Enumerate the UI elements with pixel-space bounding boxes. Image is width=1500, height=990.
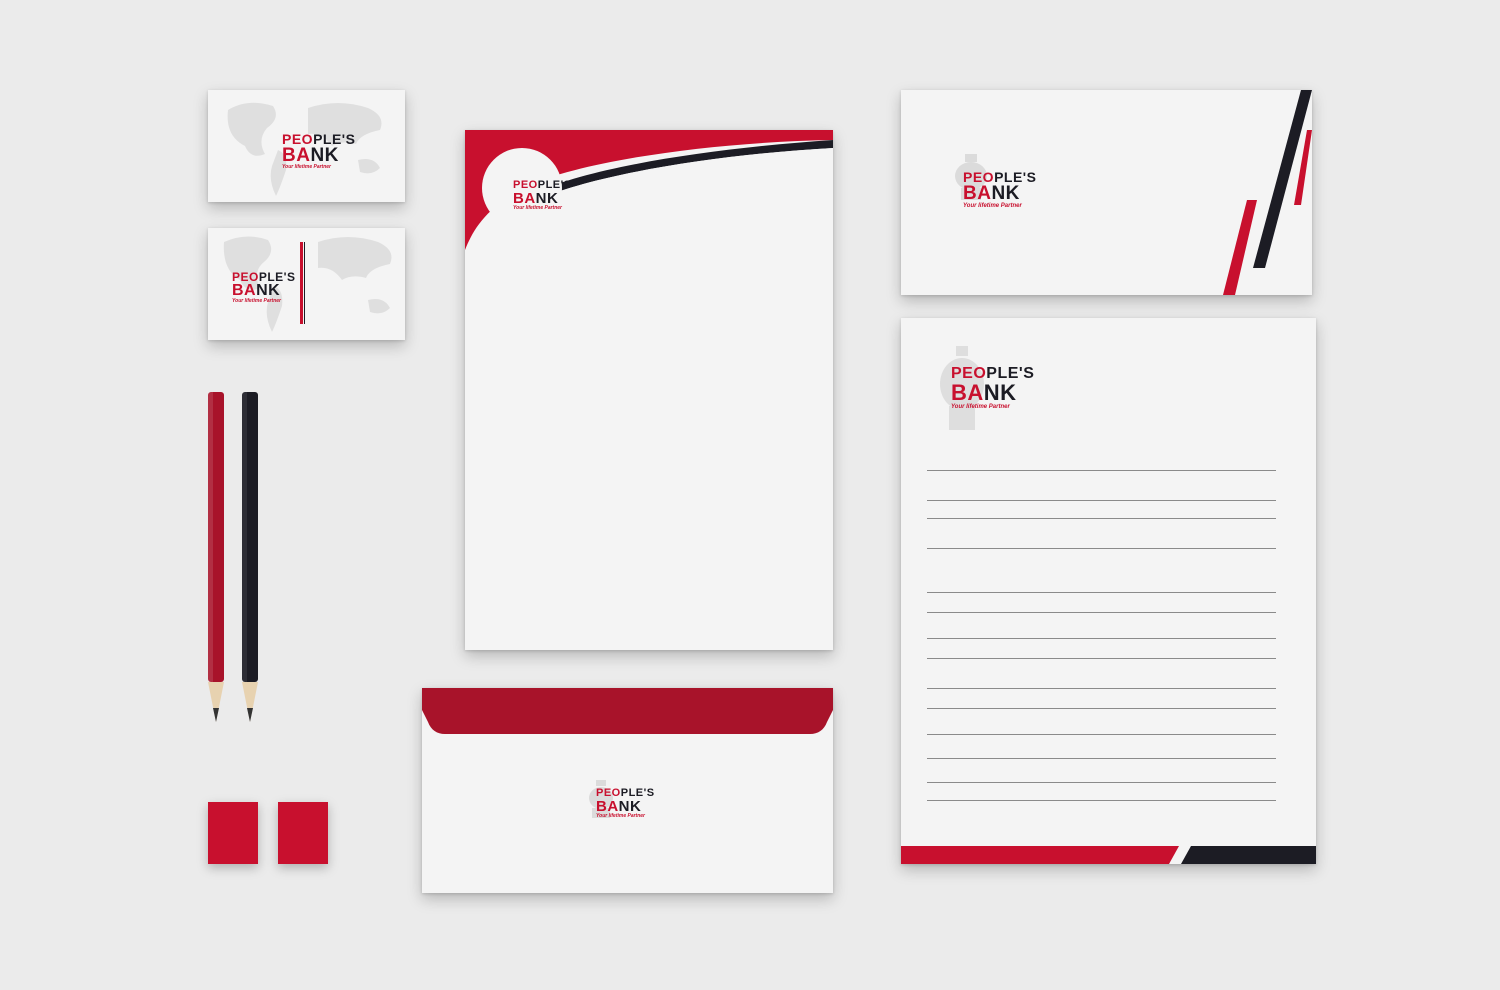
rule-line [927, 612, 1276, 613]
notepad-footer-stripes [901, 846, 1316, 864]
rule-line [927, 758, 1276, 759]
logo: PEOPLE'S BANK Your lifetime Partner [513, 180, 572, 211]
color-swatch-red [278, 802, 328, 864]
rule-line [927, 592, 1276, 593]
logo: PEOPLE'S BANK Your lifetime Partner [596, 788, 655, 819]
letterhead: PEOPLE'S BANK Your lifetime Partner [465, 130, 833, 650]
logo-text-dark: NK [991, 183, 1020, 204]
logo-text-red: BA [951, 380, 984, 405]
logo-text-red: BA [232, 282, 257, 299]
rule-line [927, 782, 1276, 783]
rule-line [927, 638, 1276, 639]
rule-line [927, 800, 1276, 801]
rule-line [927, 548, 1276, 549]
pencil-red [208, 392, 224, 722]
logo-text-dark: NK [983, 380, 1017, 405]
envelope-bottom: PEOPLE'S BANK Your lifetime Partner [422, 688, 833, 893]
logo-text-red: BA [963, 183, 992, 204]
tagline: Your lifetime Partner [232, 298, 281, 304]
pencil-black [242, 392, 258, 722]
stationery-mockup: PEOPLE'S BANK Your lifetime Partner PEOP… [0, 0, 1500, 990]
color-swatch-red [208, 802, 258, 864]
logo: PEOPLE'S BANK Your lifetime Partner [232, 271, 296, 304]
logo-text-red: BA [282, 145, 311, 166]
rule-line [927, 470, 1276, 471]
rule-line [927, 708, 1276, 709]
rule-line [927, 734, 1276, 735]
ruled-lines [927, 470, 1276, 810]
tagline: Your lifetime Partner [963, 203, 1022, 209]
logo: PEOPLE'S BANK Your lifetime Partner [963, 170, 1036, 209]
tagline: Your lifetime Partner [596, 813, 645, 819]
logo: PEOPLE'S BANK Your lifetime Partner [282, 132, 355, 170]
logo-text-dark: NK [310, 145, 339, 166]
divider-bar [300, 242, 303, 324]
tagline: Your lifetime Partner [513, 205, 562, 211]
envelope-top: PEOPLE'S BANK Your lifetime Partner [901, 90, 1312, 295]
tagline: Your lifetime Partner [951, 404, 1010, 410]
business-card-front: PEOPLE'S BANK Your lifetime Partner [208, 90, 405, 202]
envelope-flap [422, 688, 833, 734]
divider-bar [304, 242, 305, 324]
rule-line [927, 658, 1276, 659]
rule-line [927, 688, 1276, 689]
logo-text-dark: NK [256, 282, 281, 299]
rule-line [927, 518, 1276, 519]
notepad: PEOPLE'S BANK Your lifetime Partner [901, 318, 1316, 864]
tagline: Your lifetime Partner [282, 164, 331, 170]
business-card-back: PEOPLE'S BANK Your lifetime Partner [208, 228, 405, 340]
rule-line [927, 500, 1276, 501]
logo: PEOPLE'S BANK Your lifetime Partner [951, 366, 1034, 411]
